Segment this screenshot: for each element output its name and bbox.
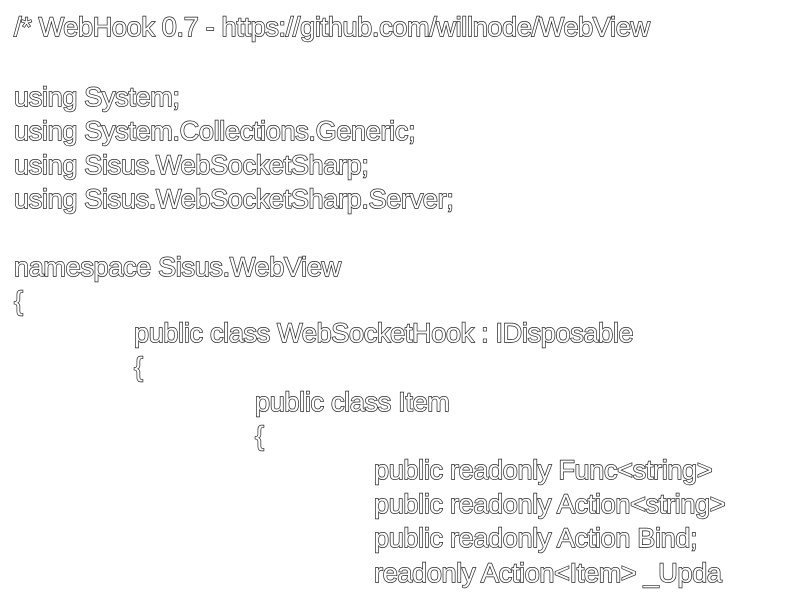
code-view: /* WebHook 0.7 - https://github.com/will…	[0, 0, 800, 600]
code-line-field-action-string: public readonly Action<string>	[373, 488, 726, 519]
code-line-field-action-item: readonly Action<Item> _Upda	[373, 557, 722, 588]
code-line-using-websocketsharp-server: using Sisus.WebSocketSharp.Server;	[13, 183, 454, 214]
code-line-nested-class-declaration: public class Item	[254, 386, 450, 417]
code-line-using-websocketsharp: using Sisus.WebSocketSharp;	[13, 149, 369, 180]
code-line-header-comment: /* WebHook 0.7 - https://github.com/will…	[13, 11, 650, 42]
code-line-class-declaration: public class WebSocketHook : IDisposable	[133, 317, 634, 348]
code-line-using-system: using System;	[13, 81, 180, 112]
code-line-field-action-bind: public readonly Action Bind;	[373, 522, 698, 553]
code-line-open-brace: {	[13, 285, 23, 316]
code-line-field-func: public readonly Func<string>	[373, 454, 713, 485]
code-line-using-collections: using System.Collections.Generic;	[13, 115, 416, 146]
code-line-namespace: namespace Sisus.WebView	[13, 251, 341, 282]
code-line-open-brace: {	[254, 420, 264, 451]
code-line-open-brace: {	[133, 351, 143, 382]
